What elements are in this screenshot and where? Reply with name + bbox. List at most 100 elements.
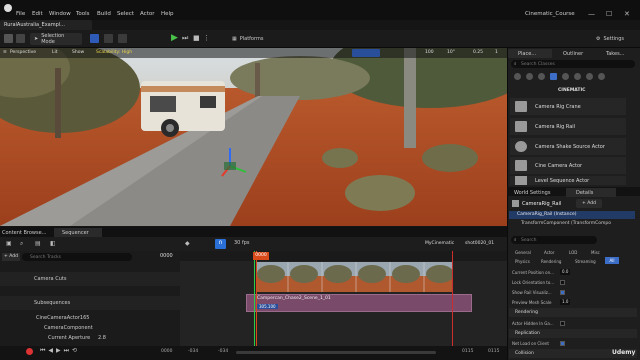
- angle-snap-value[interactable]: 10°: [447, 50, 455, 55]
- add-track-button[interactable]: + Add: [2, 253, 20, 261]
- filter-all[interactable]: All: [605, 257, 619, 264]
- place-item-camera-rig-crane[interactable]: Camera Rig Crane: [510, 98, 626, 115]
- camera-icon[interactable]: ◧: [50, 240, 56, 247]
- show-rail-checkbox[interactable]: [560, 289, 565, 295]
- tab-sequencer[interactable]: Sequencer: [54, 228, 102, 237]
- aperture-value[interactable]: 2.8: [98, 335, 106, 341]
- menu-actor[interactable]: Actor: [140, 11, 154, 17]
- tab-content-browser[interactable]: Content Browse...: [0, 228, 52, 237]
- perspective-button[interactable]: Perspective: [10, 50, 36, 55]
- render-icon[interactable]: ▤: [35, 240, 41, 247]
- prop-value[interactable]: 0.0: [560, 269, 570, 275]
- settings-button[interactable]: ⚙ Settings: [592, 33, 636, 45]
- snap-toggle[interactable]: ∩: [215, 239, 226, 249]
- add-component-button[interactable]: + Add: [576, 199, 602, 208]
- step-icon[interactable]: ⏭: [182, 34, 188, 43]
- play-icon[interactable]: ▶: [171, 33, 178, 43]
- record-icon[interactable]: [26, 348, 33, 355]
- place-search-input[interactable]: ⌕ Search Classes: [511, 60, 635, 68]
- filter-misc[interactable]: Misc: [591, 250, 600, 255]
- basic-category-icon[interactable]: [526, 73, 533, 80]
- tab-takes[interactable]: Takes...: [596, 49, 636, 58]
- more-options-icon[interactable]: ⋮: [203, 34, 210, 42]
- section-rendering[interactable]: Rendering: [509, 308, 637, 317]
- scale-snap-value[interactable]: 0.25: [473, 50, 483, 55]
- grid-snap-value[interactable]: 100: [425, 50, 434, 55]
- filter-streaming[interactable]: Streaming: [575, 259, 596, 264]
- platforms-dropdown[interactable]: ▦ Platforms: [228, 33, 272, 45]
- tab-place-actors[interactable]: Place...: [508, 49, 552, 58]
- playhead-frame[interactable]: 0000: [253, 252, 269, 260]
- place-item-camera-rig-rail[interactable]: Camera Rig Rail: [510, 118, 626, 135]
- fps-dropdown[interactable]: 30 fps: [234, 240, 250, 246]
- recent-category-icon[interactable]: [514, 73, 521, 80]
- timeline-scrollbar[interactable]: [236, 351, 436, 354]
- end-marker[interactable]: [452, 251, 453, 346]
- component-root[interactable]: CameraRig_Rail (Instance): [509, 211, 635, 219]
- menu-tools[interactable]: Tools: [76, 11, 90, 17]
- minimize-icon[interactable]: —: [588, 10, 595, 18]
- menu-edit[interactable]: Edit: [32, 11, 43, 17]
- tab-outliner[interactable]: Outliner: [553, 49, 595, 58]
- menu-build[interactable]: Build: [97, 11, 111, 17]
- stop-icon[interactable]: ■: [193, 34, 200, 42]
- current-frame[interactable]: 0000: [160, 253, 173, 259]
- time-ruler[interactable]: [180, 251, 507, 261]
- level-viewport[interactable]: [0, 48, 507, 226]
- prop-value[interactable]: 1.0: [560, 299, 570, 305]
- breadcrumb-root[interactable]: MyCinematic: [425, 241, 454, 246]
- actor-hidden-checkbox[interactable]: [560, 320, 565, 326]
- project-tab[interactable]: RuralAustralia_Exampl...: [0, 20, 92, 30]
- viewport-menu-icon[interactable]: ≡: [3, 50, 7, 55]
- close-icon[interactable]: ✕: [624, 10, 630, 18]
- lock-orientation-checkbox[interactable]: [560, 279, 565, 285]
- volumes-category-icon[interactable]: [586, 73, 593, 80]
- details-search-input[interactable]: ⌕ Search: [511, 236, 597, 244]
- track-cine-camera-actor[interactable]: CineCameraActor165: [0, 314, 180, 322]
- modes-icon[interactable]: [118, 34, 127, 43]
- place-item-camera-shake-source[interactable]: Camera Shake Source Actor: [510, 138, 626, 155]
- camera-cut-section[interactable]: [256, 262, 452, 292]
- cinematic-category-icon[interactable]: [550, 73, 557, 80]
- filter-actor[interactable]: Actor: [544, 250, 555, 255]
- track-subsequences[interactable]: Subsequences: [0, 296, 180, 310]
- save-icon[interactable]: [4, 34, 13, 43]
- geometry-category-icon[interactable]: [574, 73, 581, 80]
- key-icon[interactable]: ◆: [185, 240, 190, 247]
- view-start-field[interactable]: -034: [218, 349, 228, 354]
- filter-physics[interactable]: Physics: [515, 259, 530, 264]
- lights-category-icon[interactable]: [538, 73, 545, 80]
- visual-effects-category-icon[interactable]: [562, 73, 569, 80]
- playhead[interactable]: [256, 251, 257, 346]
- transport-controls[interactable]: ⏮◀▶⏭⟲: [40, 347, 80, 355]
- menu-window[interactable]: Window: [49, 11, 71, 17]
- subsequence-section[interactable]: Campercan_Chase2_Scene_1_01 305.100: [246, 294, 472, 312]
- filter-lod[interactable]: LOD: [569, 250, 577, 255]
- menu-file[interactable]: File: [16, 11, 25, 17]
- view-end-field[interactable]: 0115: [462, 349, 473, 354]
- track-camera-cuts[interactable]: Camera Cuts: [0, 272, 180, 286]
- camera-speed-value[interactable]: 1: [495, 50, 498, 55]
- content-icon[interactable]: [16, 34, 25, 43]
- range-end-field[interactable]: 0115: [488, 349, 499, 354]
- filter-general[interactable]: General: [515, 250, 531, 255]
- save-sequence-icon[interactable]: ▣: [6, 240, 12, 247]
- net-load-checkbox[interactable]: [560, 340, 565, 346]
- lit-button[interactable]: Lit: [52, 50, 58, 55]
- place-item-cine-camera-actor[interactable]: Cine Camera Actor: [510, 157, 626, 174]
- component-transform[interactable]: TransformComponent (TransformCompo: [509, 220, 635, 228]
- actor-name[interactable]: CameraRig_Rail: [522, 201, 561, 207]
- breadcrumb-shot[interactable]: shot0020_01: [465, 241, 494, 246]
- selection-mode-dropdown[interactable]: ➤ Selection Mode: [30, 33, 82, 45]
- section-replication[interactable]: Replication: [509, 329, 637, 338]
- track-camera-component[interactable]: CameraComponent: [0, 324, 180, 332]
- maximize-icon[interactable]: ☐: [606, 10, 612, 18]
- menu-select[interactable]: Select: [117, 11, 134, 17]
- track-search-input[interactable]: Search Tracks: [22, 253, 132, 261]
- show-button[interactable]: Show: [72, 50, 84, 55]
- track-current-aperture[interactable]: Current Aperture 2.8: [0, 334, 180, 342]
- sequence-icon[interactable]: [104, 34, 113, 43]
- scalability-warning[interactable]: Scalability: High: [96, 50, 132, 55]
- place-item-level-sequence-actor[interactable]: Level Sequence Actor: [510, 176, 626, 185]
- menu-help[interactable]: Help: [161, 11, 174, 17]
